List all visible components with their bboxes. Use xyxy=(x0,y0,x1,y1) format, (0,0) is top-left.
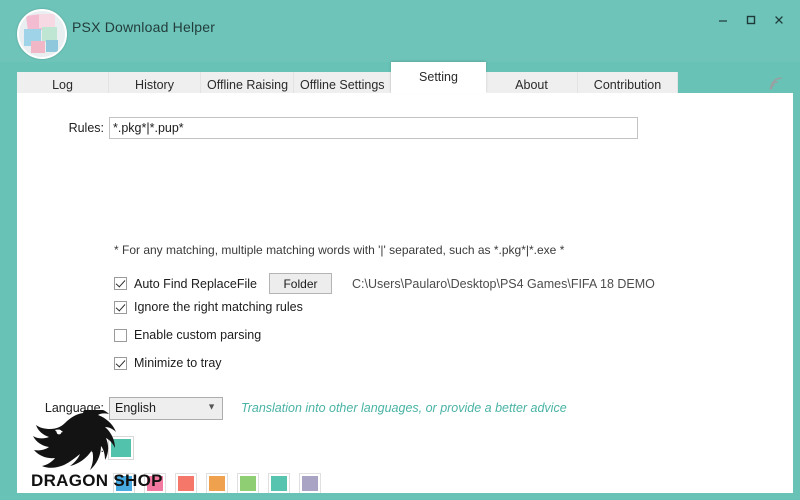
window-title: PSX Download Helper xyxy=(72,19,216,35)
app-logo-icon xyxy=(17,9,67,59)
enable-custom-parsing-row: Enable custom parsing xyxy=(114,328,261,342)
theme-swatch-orange[interactable] xyxy=(206,473,228,493)
close-icon xyxy=(775,16,783,24)
settings-panel: Rules: * For any matching, multiple matc… xyxy=(17,93,793,493)
theme-swatch-grid xyxy=(113,473,321,493)
chevron-down-icon: ▼ xyxy=(207,401,216,412)
language-label: Language: xyxy=(44,401,104,415)
auto-find-replacefile-checkbox[interactable] xyxy=(114,277,127,290)
language-translation-note: Translation into other languages, or pro… xyxy=(241,401,567,415)
tab-setting[interactable]: Setting xyxy=(391,62,486,93)
rules-label: Rules: xyxy=(68,121,104,135)
enable-custom-parsing-checkbox[interactable] xyxy=(114,328,127,342)
auto-find-replacefile-label: Auto Find ReplaceFile xyxy=(134,276,257,291)
minimize-to-tray-row: Minimize to tray xyxy=(114,356,222,370)
theme-swatch-purple[interactable] xyxy=(299,473,321,493)
enable-custom-parsing-label: Enable custom parsing xyxy=(134,328,262,342)
rules-input[interactable] xyxy=(109,117,638,139)
theme-label: Theme: xyxy=(61,441,104,455)
ignore-right-matching-rules-label: Ignore the right matching rules xyxy=(134,300,303,314)
folder-button[interactable]: Folder xyxy=(268,273,332,294)
rss-icon xyxy=(769,77,782,90)
title-bar: PSX Download Helper xyxy=(0,0,800,62)
window-controls xyxy=(710,10,792,30)
maximize-icon xyxy=(746,15,756,25)
minimize-to-tray-checkbox[interactable] xyxy=(114,356,127,370)
theme-row: Theme: xyxy=(17,435,793,461)
ignore-right-matching-rules-row: Ignore the right matching rules xyxy=(114,300,303,314)
theme-swatch-light-green[interactable] xyxy=(237,473,259,493)
language-row: Language: English ▼ Translation into oth… xyxy=(17,396,793,420)
auto-find-replacefile-row: Auto Find ReplaceFile Folder C:\Users\Pa… xyxy=(114,273,655,294)
language-selected-value: English xyxy=(115,401,156,415)
tab-strip: Log History Offline Raising Offline Sett… xyxy=(17,62,793,98)
app-window: PSX Download Helper Log History Offline … xyxy=(0,0,800,500)
minimize-to-tray-label: Minimize to tray xyxy=(134,356,222,370)
theme-swatch-salmon[interactable] xyxy=(175,473,197,493)
maximize-button[interactable] xyxy=(738,10,764,30)
minimize-button[interactable] xyxy=(710,10,736,30)
minimize-icon xyxy=(719,20,727,22)
folder-path: C:\Users\Paularo\Desktop\PS4 Games\FIFA … xyxy=(351,276,655,291)
theme-current-swatch[interactable] xyxy=(108,436,134,460)
close-button[interactable] xyxy=(766,10,792,30)
ignore-right-matching-rules-checkbox[interactable] xyxy=(114,300,127,314)
theme-swatch-pink[interactable] xyxy=(144,473,166,493)
theme-swatch-teal[interactable] xyxy=(268,473,290,493)
rules-row: Rules: xyxy=(17,115,793,141)
theme-swatch-row-1 xyxy=(113,473,321,493)
theme-swatch-blue[interactable] xyxy=(113,473,135,493)
language-select[interactable]: English ▼ xyxy=(109,396,223,420)
rules-hint: * For any matching, multiple matching wo… xyxy=(114,243,565,257)
